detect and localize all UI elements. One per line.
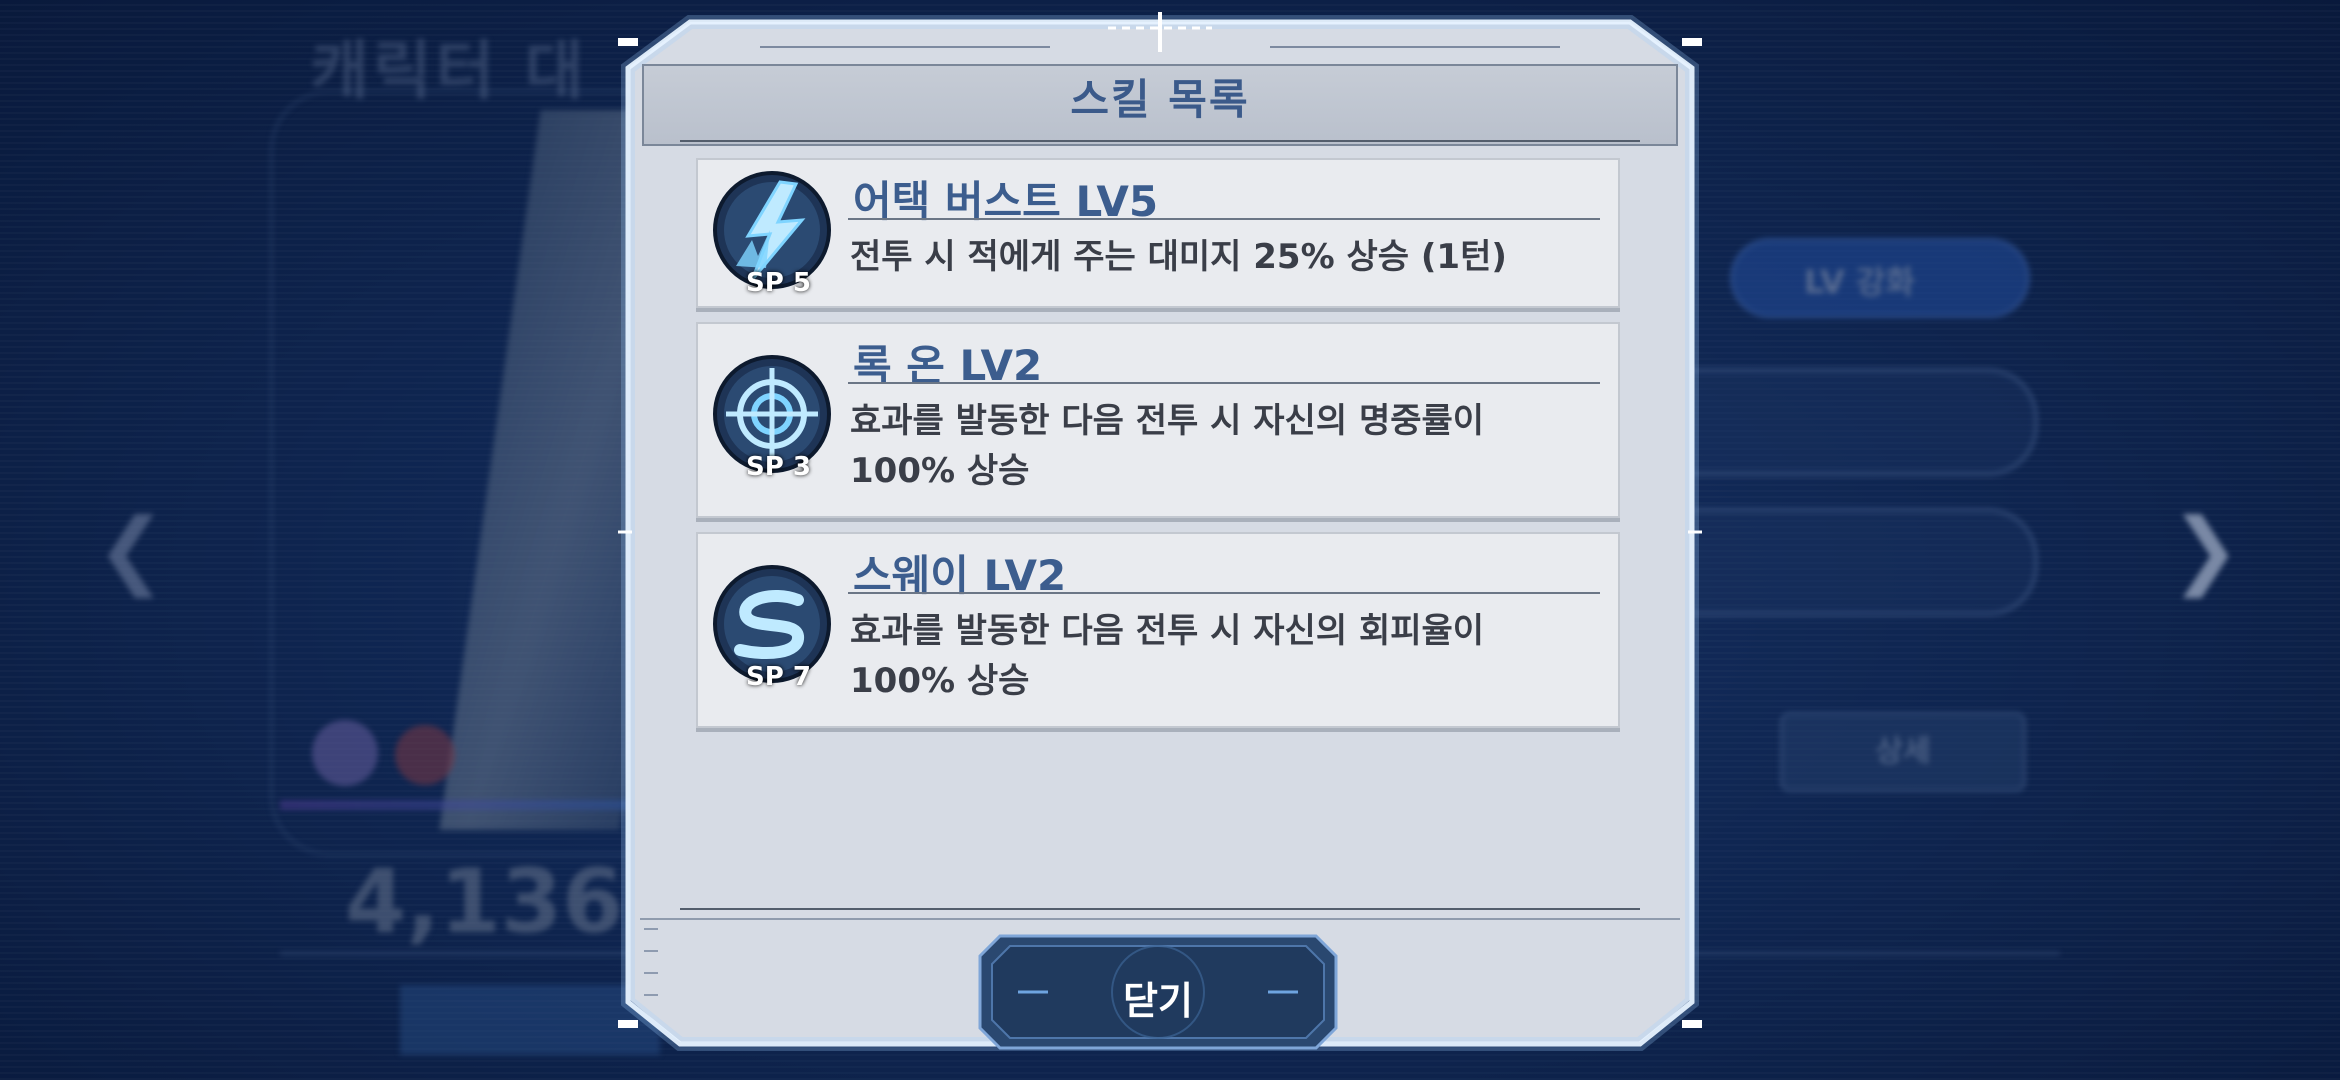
skill-card-sway[interactable]: SP 7 스웨이 LV2 효과를 발동한 다음 전투 시 자신의 회피율이 10… bbox=[696, 532, 1620, 728]
deco-dash bbox=[644, 950, 658, 952]
skill-sp-cost: SP 7 bbox=[746, 662, 811, 692]
skill-sp-cost: SP 5 bbox=[746, 268, 811, 298]
skill-name-rule bbox=[848, 382, 1600, 384]
dialog-title: 스킬 목록 bbox=[1070, 75, 1250, 124]
skill-name-rule bbox=[848, 592, 1600, 594]
deco-dash bbox=[644, 928, 658, 930]
deco-dash bbox=[644, 994, 658, 996]
skill-name-rule bbox=[848, 218, 1600, 220]
skill-description: 효과를 발동한 다음 전투 시 자신의 명중률이 100% 상승 bbox=[850, 401, 1485, 491]
divider bbox=[680, 908, 1640, 910]
header-deco-line bbox=[760, 46, 1050, 48]
divider bbox=[680, 140, 1640, 142]
skill-card-attack-burst[interactable]: SP 5 어택 버스트 LV5 전투 시 적에게 주는 대미지 25% 상승 (… bbox=[696, 158, 1620, 308]
close-label: 닫기 bbox=[1123, 979, 1193, 1023]
header-deco-line bbox=[1270, 46, 1560, 48]
dialog-content: 스킬 목록 SP 5 어택 버스트 LV5 전투 시 적에게 주는 대미지 25… bbox=[630, 22, 1690, 1050]
close-button[interactable]: 닫기 bbox=[978, 934, 1338, 1050]
skill-sp-cost: SP 3 bbox=[746, 452, 811, 482]
deco-dash bbox=[644, 972, 658, 974]
divider bbox=[640, 918, 1680, 920]
skill-card-lock-on[interactable]: SP 3 록 온 LV2 효과를 발동한 다음 전투 시 자신의 명중률이 10… bbox=[696, 322, 1620, 518]
skill-description: 전투 시 적에게 주는 대미지 25% 상승 (1턴) bbox=[850, 237, 1507, 277]
skill-description: 효과를 발동한 다음 전투 시 자신의 회피율이 100% 상승 bbox=[850, 611, 1485, 701]
